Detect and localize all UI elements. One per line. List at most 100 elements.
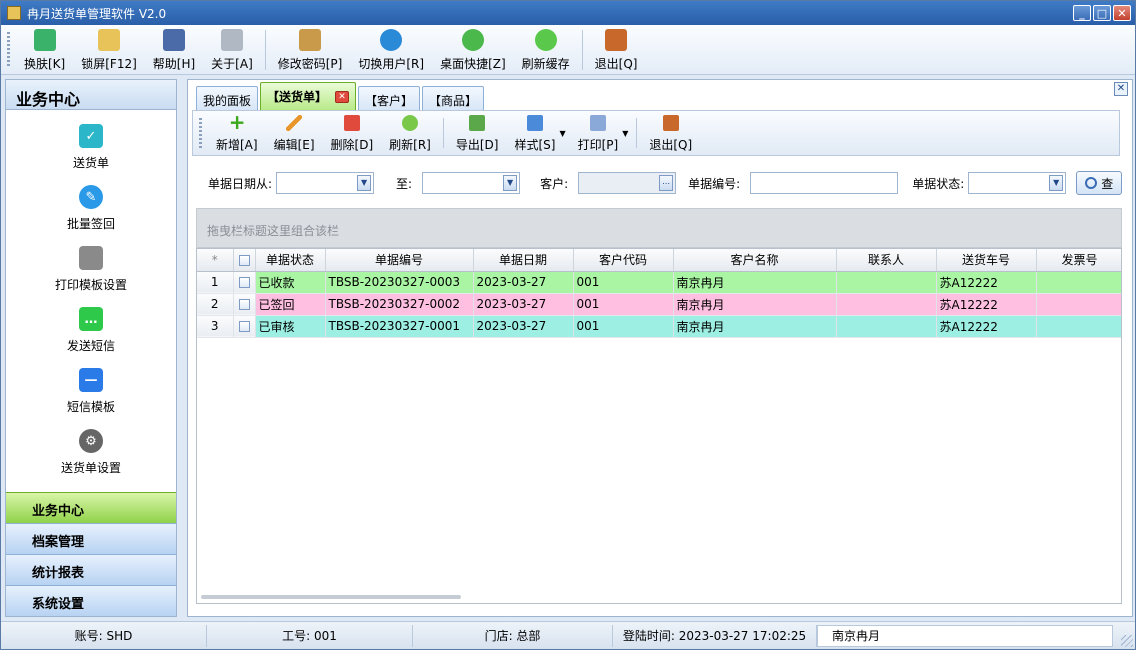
delete-button[interactable]: 删除[D] xyxy=(323,113,382,153)
toolbar-grip[interactable] xyxy=(7,31,10,68)
table-row[interactable]: 3 已审核 TBSB-20230327-0001 2023-03-27 001 … xyxy=(197,315,1121,338)
edit-button[interactable]: 编辑[E] xyxy=(266,113,323,153)
status-select[interactable]: ▼ xyxy=(968,172,1067,194)
nav-group-system[interactable]: 系统设置 xyxy=(6,585,176,616)
chevron-down-icon[interactable]: ▼ xyxy=(503,175,518,191)
exit-doc-button[interactable]: 退出[Q] xyxy=(641,113,700,153)
export-icon xyxy=(469,115,486,131)
nav-item-delivery-note[interactable]: ✓ 送货单 xyxy=(6,110,176,171)
lock-screen-button[interactable]: 锁屏[F12] xyxy=(73,28,145,72)
switch-user-button[interactable]: 切换用户[R] xyxy=(350,28,432,72)
date-to-input[interactable]: ▼ xyxy=(422,172,521,194)
nav-item-batch-sign[interactable]: ✎ 批量签回 xyxy=(6,171,176,232)
col-header-status[interactable]: 单据状态 xyxy=(255,249,326,272)
cell-cust-code: 001 xyxy=(573,271,674,294)
date-from-input[interactable]: ▼ xyxy=(276,172,375,194)
col-header-contact[interactable]: 联系人 xyxy=(836,249,937,272)
row-checkbox[interactable] xyxy=(233,271,256,294)
checkbox-icon xyxy=(238,321,250,332)
cell-date: 2023-03-27 xyxy=(473,293,574,316)
nav-group-business[interactable]: 业务中心 xyxy=(6,492,176,523)
search-icon xyxy=(1085,177,1098,189)
nav-item-send-sms[interactable]: … 发送短信 xyxy=(6,293,176,354)
tab-close-icon[interactable]: ✕ xyxy=(335,90,350,103)
grid-corner: * xyxy=(197,249,234,272)
skin-button[interactable]: 换肤[K] xyxy=(16,28,73,72)
help-button[interactable]: 帮助[H] xyxy=(145,28,203,72)
cell-doc-no: TBSB-20230327-0001 xyxy=(325,315,474,338)
cell-cust-code: 001 xyxy=(573,315,674,338)
grid-header-row: * 单据状态 单据编号 单据日期 客户代码 客户名称 联系人 送货车号 发票号 xyxy=(197,249,1121,272)
close-button[interactable]: ✕ xyxy=(1113,5,1131,21)
panel-splitter[interactable] xyxy=(180,79,185,617)
cell-cust-name: 南京冉月 xyxy=(673,271,837,294)
date-from-label: 单据日期从: xyxy=(208,176,273,191)
tab-goods[interactable]: 【商品】 xyxy=(422,86,485,110)
minimize-button[interactable]: _ xyxy=(1073,5,1091,21)
change-password-button[interactable]: 修改密码[P] xyxy=(270,28,351,72)
status-account: 账号: SHD xyxy=(1,624,207,647)
cell-cust-name: 南京冉月 xyxy=(673,315,837,338)
group-by-panel[interactable]: 拖曳栏标题这里组合该栏 xyxy=(196,208,1122,248)
desktop-shortcut-button[interactable]: 桌面快捷[Z] xyxy=(432,28,514,72)
status-job-no: 工号: 001 xyxy=(207,624,413,647)
cell-invoice xyxy=(1036,271,1121,294)
toolbar-separator xyxy=(442,118,444,148)
col-header-invoice[interactable]: 发票号 xyxy=(1036,249,1121,272)
tab-delivery-note[interactable]: 【送货单】 ✕ xyxy=(260,82,357,110)
style-icon xyxy=(526,115,543,131)
col-header-plate[interactable]: 送货车号 xyxy=(936,249,1037,272)
cell-doc-no: TBSB-20230327-0003 xyxy=(325,271,474,294)
query-button[interactable]: 查 xyxy=(1076,171,1123,195)
about-button[interactable]: 关于[A] xyxy=(203,28,261,72)
row-index: 2 xyxy=(197,293,234,316)
exit-door-icon xyxy=(605,28,628,51)
col-header-date[interactable]: 单据日期 xyxy=(473,249,574,272)
exit-button[interactable]: 退出[Q] xyxy=(587,28,646,72)
cell-status: 已审核 xyxy=(255,315,326,338)
nav-group-reports[interactable]: 统计报表 xyxy=(6,554,176,585)
col-header-cust-name[interactable]: 客户名称 xyxy=(673,249,837,272)
maximize-button[interactable]: □ xyxy=(1093,5,1111,21)
table-row[interactable]: 2 已签回 TBSB-20230327-0002 2023-03-27 001 … xyxy=(197,293,1121,316)
col-header-doc-no[interactable]: 单据编号 xyxy=(325,249,474,272)
doc-no-label: 单据编号: xyxy=(688,176,741,191)
resize-grip-icon[interactable] xyxy=(1121,635,1133,647)
window-controls: _ □ ✕ xyxy=(1073,5,1131,21)
add-button[interactable]: + 新增[A] xyxy=(208,112,266,153)
style-dropdown-icon[interactable]: ▼ xyxy=(559,129,565,138)
refresh-icon xyxy=(401,115,418,131)
cell-contact xyxy=(836,293,937,316)
cell-status: 已签回 xyxy=(255,293,326,316)
style-button[interactable]: 样式[S] xyxy=(506,113,563,153)
print-button[interactable]: 打印[P] xyxy=(570,113,627,153)
nav-item-print-template[interactable]: 打印模板设置 xyxy=(6,232,176,293)
table-row[interactable]: 1 已收款 TBSB-20230327-0003 2023-03-27 001 … xyxy=(197,271,1121,294)
chevron-down-icon[interactable]: ▼ xyxy=(1049,175,1064,191)
refresh-cache-button[interactable]: 刷新缓存 xyxy=(514,28,578,72)
export-button[interactable]: 导出[D] xyxy=(448,113,507,153)
refresh-button[interactable]: 刷新[R] xyxy=(381,113,439,153)
toolbar-grip[interactable] xyxy=(199,118,202,148)
tab-customer[interactable]: 【客户】 xyxy=(358,86,421,110)
col-header-cust-code[interactable]: 客户代码 xyxy=(573,249,674,272)
ellipsis-icon[interactable]: … xyxy=(659,175,674,191)
doc-no-input[interactable] xyxy=(750,172,899,194)
checkbox-icon xyxy=(238,299,250,310)
close-tab-icon[interactable]: ✕ xyxy=(1114,82,1128,96)
nav-item-sms-template[interactable]: — 短信模板 xyxy=(6,354,176,415)
customer-input[interactable]: … xyxy=(578,172,677,194)
print-dropdown-icon[interactable]: ▼ xyxy=(622,129,628,138)
batch-sign-icon: ✎ xyxy=(79,185,103,209)
row-checkbox[interactable] xyxy=(233,315,256,338)
select-all-checkbox[interactable] xyxy=(233,249,256,272)
cell-cust-name: 南京冉月 xyxy=(673,293,837,316)
chevron-down-icon[interactable]: ▼ xyxy=(357,175,372,191)
cell-plate: 苏A12222 xyxy=(936,315,1037,338)
horizontal-scrollbar[interactable] xyxy=(201,595,461,599)
help-book-icon xyxy=(162,28,185,51)
tab-my-panel[interactable]: 我的面板 xyxy=(196,86,259,110)
nav-item-delivery-settings[interactable]: ⚙ 送货单设置 xyxy=(6,415,176,476)
nav-group-archives[interactable]: 档案管理 xyxy=(6,523,176,554)
row-checkbox[interactable] xyxy=(233,293,256,316)
